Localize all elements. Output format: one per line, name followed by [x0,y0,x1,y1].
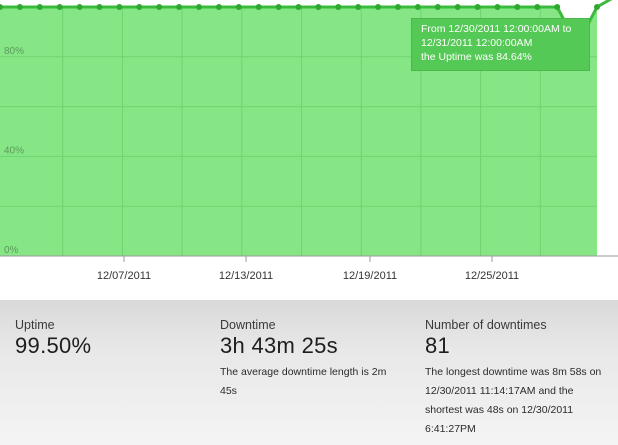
tooltip-line-2: 12/31/2011 12:00:00AM [421,37,533,49]
data-point [76,4,83,10]
x-tick-label: 12/19/2011 [343,270,397,282]
data-point [434,4,441,10]
data-point [295,4,302,10]
data-point [275,4,282,10]
y-tick-label: 0% [4,245,19,256]
stats-panel: Uptime 99.50% Downtime 3h 43m 25s The av… [0,300,618,445]
data-point [375,4,382,10]
data-point [255,4,262,10]
x-tick-label: 12/13/2011 [219,270,273,282]
data-point [395,4,401,10]
data-point [215,4,222,10]
data-point [96,4,103,10]
data-point [534,4,541,10]
y-tick-label: 40% [4,145,24,156]
uptime-label: Uptime [15,318,55,332]
uptime-chart: 0% 40% 80% 12/07/2011 12/13/2011 12/19/2011 12… [0,0,618,292]
data-point [594,4,600,10]
data-point [196,4,202,10]
data-point [514,4,521,10]
data-point [335,4,342,10]
tooltip-line-3: the Uptime was 84.64% [421,51,532,63]
data-point [136,4,143,10]
uptime-value: 99.50% [15,333,92,358]
uptime-stat: Uptime 99.50% [15,318,91,359]
data-point [315,4,322,10]
x-tick-label: 12/07/2011 [97,270,151,282]
data-point [176,4,183,10]
downtime-count-description: The longest downtime was 8m 58s on 12/30… [425,366,602,435]
downtime-count-stat: Number of downtimes 81 The longest downt… [425,318,610,439]
downtime-description: The average downtime length is 2m 45s [220,366,387,397]
data-point [554,4,561,10]
data-point [355,4,362,10]
data-point [56,4,63,10]
data-point [16,4,23,10]
data-point [454,4,461,10]
x-tick-label: 12/25/2011 [465,270,519,282]
downtime-count-label: Number of downtimes [425,318,547,332]
downtime-value: 3h 43m 25s [220,333,338,358]
data-point [36,4,43,10]
downtime-label: Downtime [220,318,276,332]
y-tick-label: 80% [4,46,24,57]
downtime-stat: Downtime 3h 43m 25s The average downtime… [220,318,405,401]
data-point [494,4,501,10]
chart-tooltip: From 12/30/2011 12:00:00AM to 12/31/2011… [411,18,590,71]
data-point [235,4,242,10]
data-point [116,4,123,10]
tooltip-line-1: From 12/30/2011 12:00:00AM to [421,23,572,35]
data-point [414,4,421,10]
data-point [156,4,163,10]
data-point [474,4,481,10]
uptime-line-tail [596,0,613,9]
downtime-count-value: 81 [425,333,451,358]
